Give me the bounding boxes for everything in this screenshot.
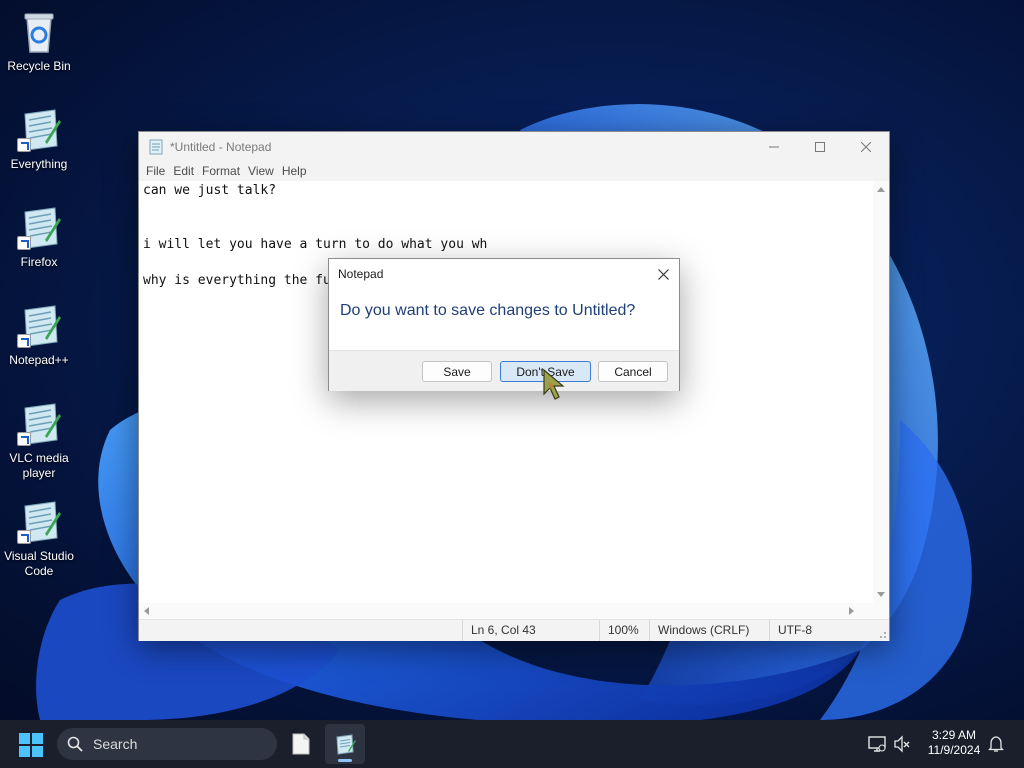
notepad-app-icon bbox=[336, 734, 356, 755]
desktop-icon-label: Notepad++ bbox=[9, 353, 69, 367]
search-icon bbox=[67, 736, 83, 752]
horizontal-scrollbar[interactable] bbox=[139, 603, 875, 619]
editor-line: i will let you have a turn to do what yo… bbox=[143, 237, 488, 252]
desktop-icon-firefox[interactable]: Firefox bbox=[2, 204, 76, 270]
notepad-shortcut-icon bbox=[15, 106, 63, 154]
maximize-icon bbox=[815, 141, 825, 152]
scroll-left-icon[interactable] bbox=[144, 607, 149, 615]
taskbar-search-box[interactable]: Search bbox=[57, 728, 277, 760]
desktop-icon-vlc[interactable]: VLC media player bbox=[2, 400, 76, 481]
minimize-button[interactable] bbox=[751, 132, 797, 161]
maximize-button[interactable] bbox=[797, 132, 843, 161]
status-bar: Ln 6, Col 43 100% Windows (CRLF) UTF-8 bbox=[139, 619, 889, 641]
start-button[interactable] bbox=[18, 732, 44, 758]
title-bar[interactable]: *Untitled - Notepad bbox=[139, 132, 889, 161]
notepad-shortcut-icon bbox=[15, 498, 63, 546]
menu-view[interactable]: View bbox=[247, 164, 281, 178]
taskbar: Search 3:29 AM 11/9/2024 bbox=[0, 720, 1024, 768]
menu-format[interactable]: Format bbox=[201, 164, 247, 178]
resize-grip-icon[interactable] bbox=[877, 629, 887, 639]
scroll-corner bbox=[873, 603, 889, 619]
clock-date: 11/9/2024 bbox=[927, 743, 981, 757]
text-editor[interactable]: can we just talk? i will let you have a … bbox=[139, 181, 875, 603]
desktop-icon-label: VLC media player bbox=[9, 451, 69, 480]
shortcut-arrow-icon bbox=[17, 432, 31, 446]
taskbar-file-app[interactable] bbox=[281, 724, 321, 764]
search-label: Search bbox=[93, 736, 138, 752]
mouse-cursor-icon bbox=[543, 368, 565, 400]
notepad-app-icon bbox=[148, 139, 164, 155]
notepad-shortcut-icon bbox=[15, 302, 63, 350]
status-zoom: 100% bbox=[599, 620, 639, 641]
menu-file[interactable]: File bbox=[145, 164, 172, 178]
cancel-button[interactable]: Cancel bbox=[598, 361, 668, 382]
desktop-icon-label: Recycle Bin bbox=[7, 59, 71, 73]
scroll-right-icon[interactable] bbox=[849, 607, 854, 615]
editor-line: can we just talk? bbox=[143, 183, 277, 198]
document-icon bbox=[292, 733, 310, 755]
recycle-bin-icon bbox=[15, 8, 63, 56]
close-icon bbox=[861, 141, 871, 152]
taskbar-notepad-app[interactable] bbox=[325, 724, 365, 764]
dialog-close-button[interactable] bbox=[647, 259, 679, 289]
save-changes-dialog[interactable]: Notepad Do you want to save changes to U… bbox=[328, 258, 680, 391]
desktop-icon-everything[interactable]: Everything bbox=[2, 106, 76, 172]
notepad-shortcut-icon bbox=[15, 400, 63, 448]
close-icon bbox=[657, 268, 669, 280]
desktop-icon-label: Firefox bbox=[20, 255, 58, 269]
save-button[interactable]: Save bbox=[422, 361, 492, 382]
status-encoding: UTF-8 bbox=[769, 620, 812, 641]
menu-edit[interactable]: Edit bbox=[172, 164, 201, 178]
clock-time: 3:29 AM bbox=[931, 728, 977, 742]
menu-bar: File Edit Format View Help bbox=[139, 161, 889, 181]
status-cursor-position: Ln 6, Col 43 bbox=[462, 620, 536, 641]
desktop-icon-recycle-bin[interactable]: Recycle Bin bbox=[2, 8, 76, 74]
desktop-icon-notepadpp[interactable]: Notepad++ bbox=[2, 302, 76, 368]
windows-logo-icon bbox=[19, 733, 43, 757]
dialog-message: Do you want to save changes to Untitled? bbox=[340, 302, 636, 319]
shortcut-arrow-icon bbox=[17, 334, 31, 348]
notepad-shortcut-icon bbox=[15, 204, 63, 252]
scroll-down-icon[interactable] bbox=[877, 592, 885, 597]
vertical-scrollbar[interactable] bbox=[873, 181, 889, 603]
shortcut-arrow-icon bbox=[17, 530, 31, 544]
scroll-up-icon[interactable] bbox=[877, 187, 885, 192]
shortcut-arrow-icon bbox=[17, 138, 31, 152]
desktop-icon-vscode[interactable]: Visual Studio Code bbox=[2, 498, 76, 579]
desktop-icon-label: Everything bbox=[10, 157, 68, 171]
status-line-ending: Windows (CRLF) bbox=[649, 620, 749, 641]
desktop-icon-label: Visual Studio Code bbox=[4, 549, 74, 578]
minimize-icon bbox=[769, 146, 779, 147]
dialog-footer: Save Don't Save Cancel bbox=[329, 350, 679, 391]
window-title: *Untitled - Notepad bbox=[170, 139, 272, 154]
dialog-title: Notepad bbox=[338, 267, 384, 281]
shortcut-arrow-icon bbox=[17, 236, 31, 250]
active-app-indicator bbox=[338, 759, 352, 762]
volume-muted-icon[interactable] bbox=[893, 735, 911, 753]
network-icon[interactable] bbox=[868, 735, 886, 753]
system-clock[interactable]: 3:29 AM 11/9/2024 bbox=[918, 728, 990, 758]
menu-help[interactable]: Help bbox=[281, 164, 314, 178]
close-button[interactable] bbox=[843, 132, 889, 161]
notification-bell-icon[interactable] bbox=[988, 735, 1004, 753]
